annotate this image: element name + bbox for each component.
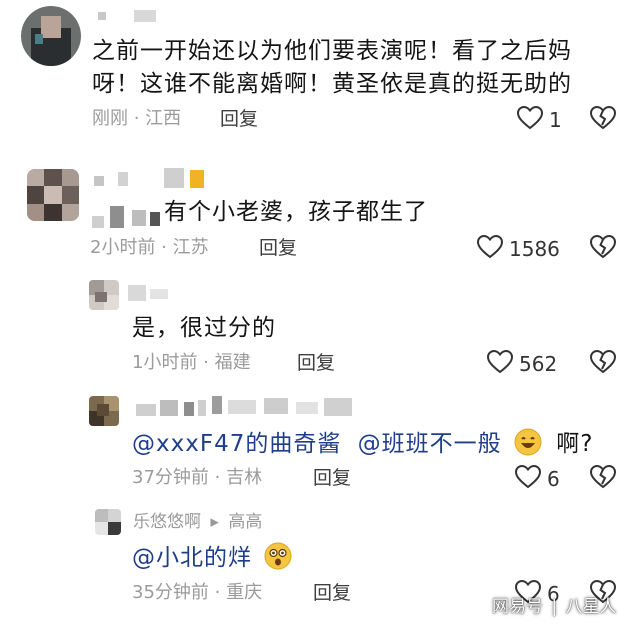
- dislike-button[interactable]: [589, 349, 617, 378]
- watermark-separator: |: [551, 597, 558, 617]
- reply-button[interactable]: 回复: [220, 108, 258, 130]
- dislike-button[interactable]: [589, 234, 617, 263]
- heart-icon: [514, 464, 542, 493]
- comment-tail: 啊?: [556, 431, 594, 457]
- avatar-image: [89, 396, 119, 426]
- comment-text-line: 呀！这谁不能离婚啊！黄圣依是真的挺无助的: [92, 71, 572, 97]
- watermark-brand: 网易号: [492, 597, 543, 617]
- mention-link[interactable]: @班班不一般: [358, 431, 502, 457]
- avatar[interactable]: [89, 396, 119, 426]
- dislike-button[interactable]: [589, 105, 617, 134]
- surprised-emoji-icon: [264, 542, 292, 579]
- heart-icon: [476, 234, 504, 263]
- comment-text: 有个小老婆，孩子都生了: [164, 199, 428, 225]
- like-count: 1586: [509, 237, 560, 261]
- reply-button[interactable]: 回复: [313, 582, 351, 604]
- mention-link[interactable]: @xxxF47的曲奇酱: [132, 431, 341, 457]
- like-count: 562: [519, 352, 558, 376]
- avatar[interactable]: [27, 169, 79, 221]
- like-count: 1: [549, 108, 562, 132]
- username-obscured: [98, 8, 168, 24]
- comment-text: 是，很过分的: [132, 315, 276, 341]
- comment-text: @小北的烊: [132, 542, 292, 579]
- username-obscured: [128, 396, 358, 420]
- avatar[interactable]: [95, 509, 121, 535]
- broken-heart-icon: [589, 105, 617, 134]
- reply-button[interactable]: 回复: [259, 237, 297, 259]
- reply-arrow-icon: ▸: [210, 512, 219, 532]
- username[interactable]: 乐悠悠啊 ▸ 高高: [133, 512, 262, 532]
- comment-meta: 35分钟前 · 重庆: [132, 582, 263, 603]
- avatar-image: [89, 280, 119, 310]
- username-text[interactable]: 乐悠悠啊: [133, 512, 201, 532]
- comment-meta: 37分钟前 · 吉林: [132, 467, 263, 488]
- reply-button[interactable]: 回复: [313, 467, 351, 489]
- broken-heart-icon: [589, 464, 617, 493]
- broken-heart-icon: [589, 349, 617, 378]
- avatar-image: [21, 6, 81, 66]
- heart-icon: [486, 349, 514, 378]
- watermark-author: 八星人: [565, 597, 617, 617]
- mention-link[interactable]: @小北的烊: [132, 545, 252, 571]
- like-button[interactable]: 1586: [476, 234, 560, 263]
- avatar[interactable]: [89, 280, 119, 310]
- dislike-button[interactable]: [589, 464, 617, 493]
- avatar-image: [95, 509, 121, 535]
- username-obscured: [128, 283, 178, 303]
- comment-meta: 2小时前 · 江苏: [90, 237, 209, 258]
- watermark: 网易号 | 八星人: [492, 596, 617, 618]
- heart-icon: [516, 105, 544, 134]
- reply-to-username[interactable]: 高高: [228, 512, 262, 532]
- avatar-image: [27, 169, 79, 221]
- avatar[interactable]: [21, 6, 81, 66]
- like-count: 6: [547, 467, 560, 491]
- like-button[interactable]: 6: [514, 464, 560, 493]
- comment-meta: 1小时前 · 福建: [132, 352, 251, 373]
- broken-heart-icon: [589, 234, 617, 263]
- reply-button[interactable]: 回复: [297, 352, 335, 374]
- smile-emoji-icon: [514, 428, 542, 465]
- like-button[interactable]: 1: [516, 105, 562, 134]
- comment-text: @xxxF47的曲奇酱 @班班不一般 啊?: [132, 428, 594, 465]
- like-button[interactable]: 562: [486, 349, 558, 378]
- comment-meta: 刚刚 · 江西: [92, 108, 182, 129]
- text-obscured: [92, 202, 162, 230]
- comment-text-line: 之前一开始还以为他们要表演呢！看了之后妈: [92, 38, 572, 64]
- username-obscured: [94, 168, 214, 192]
